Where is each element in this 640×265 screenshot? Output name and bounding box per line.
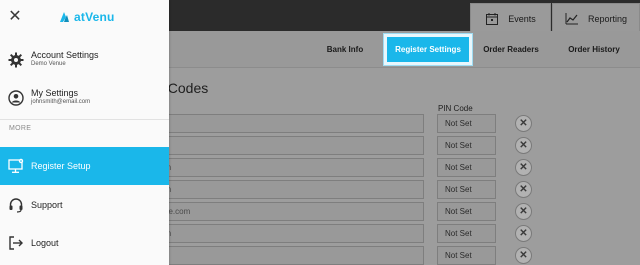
more-section-label: MORE — [9, 125, 32, 132]
menu-item-register-setup[interactable]: Register Setup — [0, 147, 169, 185]
close-icon[interactable]: ✕ — [8, 9, 22, 25]
menu-item-my-settings[interactable]: My Settings johnsmith@email.com — [0, 81, 169, 115]
my-settings-label: My Settings — [31, 88, 79, 98]
drawer-header: ✕ atVenu — [0, 0, 169, 35]
email-field[interactable]: m — [160, 114, 424, 133]
navigation-drawer: ✕ atVenu Account Settings Demo Venue My … — [0, 0, 169, 265]
menu-item-account-settings[interactable]: Account Settings Demo Venue — [0, 43, 169, 77]
pin-field[interactable]: Not Set — [437, 202, 496, 221]
menu-item-support[interactable]: Support — [0, 190, 169, 220]
monitor-settings-icon — [8, 158, 24, 173]
menu-item-logout[interactable]: Logout — [0, 228, 169, 258]
divider — [0, 119, 169, 120]
tab-reporting-label: Reporting — [587, 13, 628, 24]
headset-icon — [9, 198, 23, 213]
close-x-icon[interactable]: ✕ — [515, 137, 532, 154]
email-field[interactable]: ime.com — [160, 202, 424, 221]
account-settings-label: Account Settings — [31, 50, 99, 60]
chart-icon — [565, 12, 578, 24]
subnav-bank-info[interactable]: Bank Info — [310, 31, 380, 68]
register-setup-label: Register Setup — [31, 161, 91, 171]
email-field[interactable]: m — [160, 246, 424, 265]
account-settings-sub: Demo Venue — [31, 61, 66, 67]
subnav-register-settings[interactable]: Register Settings — [384, 34, 472, 65]
support-label: Support — [31, 200, 63, 210]
brand-logo: atVenu — [58, 10, 115, 24]
email-field[interactable] — [160, 136, 424, 155]
brand-logo-icon — [60, 12, 69, 22]
brand-name: atVenu — [74, 10, 115, 24]
pin-field[interactable]: Not Set — [437, 136, 496, 155]
pin-code-header: PIN Code — [438, 104, 473, 113]
logout-icon — [9, 236, 23, 250]
close-x-icon[interactable]: ✕ — [515, 115, 532, 132]
pin-field[interactable]: Not Set — [437, 224, 496, 243]
gear-icon — [8, 52, 24, 68]
subnav-order-readers[interactable]: Order Readers — [476, 31, 546, 68]
close-x-icon[interactable]: ✕ — [515, 203, 532, 220]
email-field[interactable]: om — [160, 158, 424, 177]
email-field[interactable]: om — [160, 224, 424, 243]
subnav-order-history[interactable]: Order History — [556, 31, 632, 68]
pin-field[interactable]: Not Set — [437, 114, 496, 133]
email-field[interactable]: om — [160, 180, 424, 199]
pin-field[interactable]: Not Set — [437, 158, 496, 177]
user-icon — [8, 90, 24, 106]
close-x-icon[interactable]: ✕ — [515, 181, 532, 198]
my-settings-email: johnsmith@email.com — [31, 99, 91, 105]
pin-field[interactable]: Not Set — [437, 180, 496, 199]
close-x-icon[interactable]: ✕ — [515, 159, 532, 176]
pin-field[interactable]: Not Set — [437, 246, 496, 265]
tab-reporting[interactable]: Reporting — [552, 3, 640, 34]
close-x-icon[interactable]: ✕ — [515, 225, 532, 242]
logout-label: Logout — [31, 238, 59, 248]
tab-events-label: Events — [508, 13, 536, 24]
tab-events[interactable]: Events — [470, 3, 551, 34]
calendar-icon — [486, 12, 499, 25]
close-x-icon[interactable]: ✕ — [515, 247, 532, 264]
